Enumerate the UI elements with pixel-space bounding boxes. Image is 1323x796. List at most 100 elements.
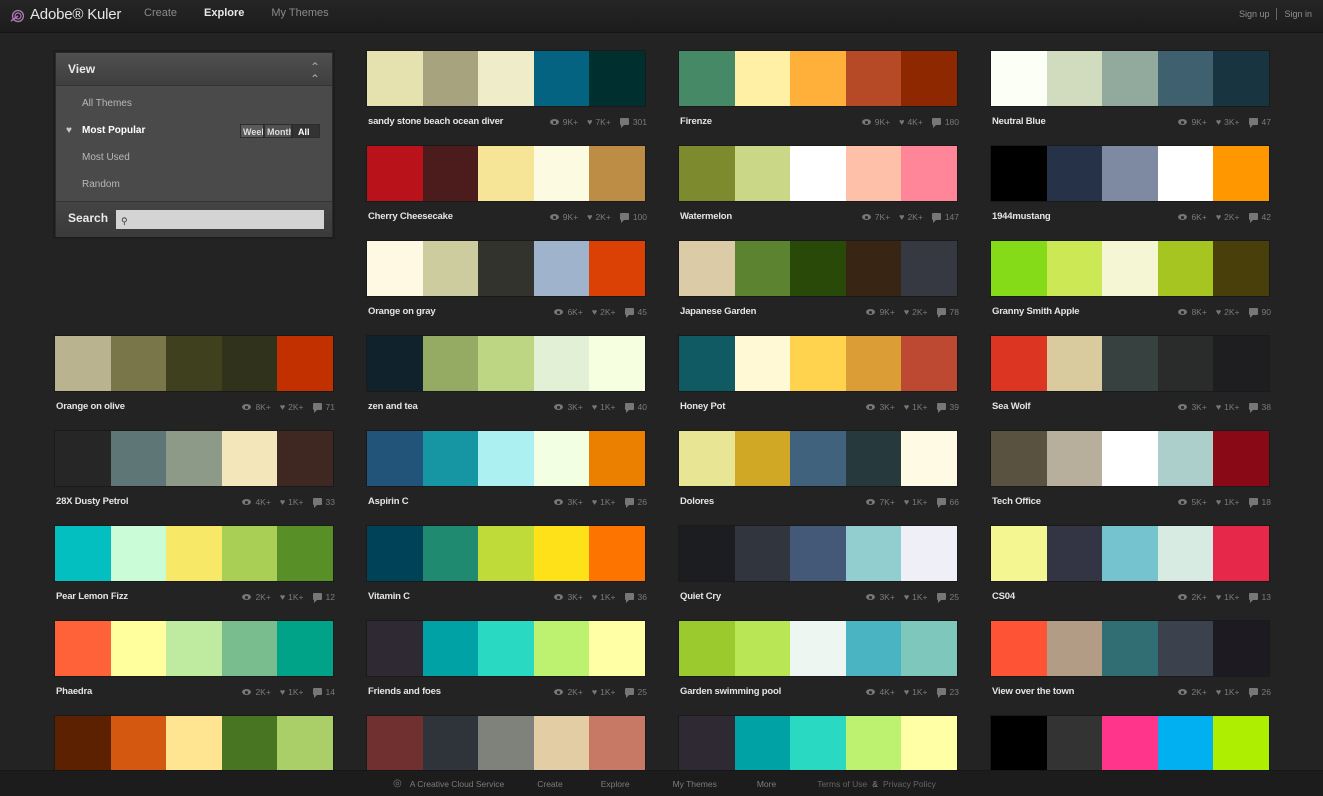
theme-name[interactable]: Sea Wolf	[992, 401, 1031, 412]
search-input[interactable]	[116, 210, 324, 229]
color-swatch[interactable]	[734, 431, 791, 486]
theme-swatches[interactable]	[991, 716, 1269, 771]
color-swatch[interactable]	[533, 716, 590, 771]
theme-name[interactable]: Garden swimming pool	[680, 686, 781, 697]
color-swatch[interactable]	[1213, 146, 1269, 201]
color-swatch[interactable]	[845, 51, 902, 106]
view-all-themes[interactable]: All Themes	[56, 90, 332, 117]
color-swatch[interactable]	[734, 241, 791, 296]
color-swatch[interactable]	[901, 336, 957, 391]
sign-in-link[interactable]: Sign in	[1284, 9, 1312, 19]
color-swatch[interactable]	[422, 621, 479, 676]
theme-swatches[interactable]	[367, 621, 645, 676]
color-swatch[interactable]	[1046, 51, 1103, 106]
privacy-link[interactable]: Privacy Policy	[883, 779, 936, 789]
color-swatch[interactable]	[1157, 526, 1214, 581]
color-swatch[interactable]	[367, 51, 423, 106]
color-swatch[interactable]	[1157, 336, 1214, 391]
theme-swatches[interactable]	[367, 51, 645, 106]
theme-card[interactable]: 28X Dusty Petrol 4K+ ♥ 1K+ 33	[55, 431, 335, 512]
color-swatch[interactable]	[901, 526, 957, 581]
theme-card[interactable]: sandy stone beach ocean diver 9K+ ♥ 7K+ …	[367, 51, 647, 132]
color-swatch[interactable]	[1213, 526, 1269, 581]
color-swatch[interactable]	[533, 526, 590, 581]
color-swatch[interactable]	[110, 336, 167, 391]
color-swatch[interactable]	[422, 241, 479, 296]
color-swatch[interactable]	[166, 716, 222, 771]
color-swatch[interactable]	[277, 621, 333, 676]
color-swatch[interactable]	[422, 336, 479, 391]
color-swatch[interactable]	[790, 241, 846, 296]
theme-swatches[interactable]	[991, 146, 1269, 201]
theme-card[interactable]: Neutral Blue 9K+ ♥ 3K+ 47	[991, 51, 1271, 132]
color-swatch[interactable]	[845, 621, 902, 676]
color-swatch[interactable]	[734, 716, 791, 771]
color-swatch[interactable]	[790, 716, 846, 771]
color-swatch[interactable]	[589, 526, 645, 581]
color-swatch[interactable]	[845, 336, 902, 391]
color-swatch[interactable]	[1046, 336, 1103, 391]
color-swatch[interactable]	[734, 526, 791, 581]
theme-swatches[interactable]	[679, 241, 957, 296]
logo[interactable]: Adobe® Kuler	[10, 5, 121, 23]
color-swatch[interactable]	[901, 51, 957, 106]
color-swatch[interactable]	[734, 336, 791, 391]
view-most-popular[interactable]: ♥ Most Popular Week Month All	[56, 117, 332, 144]
theme-card[interactable]: Quiet Cry 3K+ ♥ 1K+ 25	[679, 526, 959, 607]
theme-name[interactable]: sandy stone beach ocean diver	[368, 116, 503, 127]
nav-create[interactable]: Create	[144, 7, 177, 19]
color-swatch[interactable]	[277, 431, 333, 486]
theme-swatches[interactable]	[679, 621, 957, 676]
theme-swatches[interactable]	[55, 431, 333, 486]
color-swatch[interactable]	[991, 716, 1047, 771]
view-most-used[interactable]: Most Used	[56, 144, 332, 171]
color-swatch[interactable]	[589, 241, 645, 296]
color-swatch[interactable]	[589, 621, 645, 676]
color-swatch[interactable]	[1046, 241, 1103, 296]
footer-explore-link[interactable]: Explore	[601, 779, 630, 789]
color-swatch[interactable]	[734, 51, 791, 106]
theme-name[interactable]: Vitamin C	[368, 591, 410, 602]
theme-name[interactable]: 1944mustang	[992, 211, 1051, 222]
color-swatch[interactable]	[1046, 526, 1103, 581]
color-swatch[interactable]	[679, 241, 735, 296]
color-swatch[interactable]	[367, 526, 423, 581]
color-swatch[interactable]	[166, 621, 222, 676]
theme-name[interactable]: Japanese Garden	[680, 306, 756, 317]
color-swatch[interactable]	[991, 146, 1047, 201]
color-swatch[interactable]	[478, 431, 534, 486]
color-swatch[interactable]	[734, 621, 791, 676]
color-swatch[interactable]	[845, 241, 902, 296]
nav-my-themes[interactable]: My Themes	[271, 7, 328, 19]
theme-swatches[interactable]	[55, 621, 333, 676]
color-swatch[interactable]	[991, 336, 1047, 391]
color-swatch[interactable]	[1102, 526, 1158, 581]
theme-card[interactable]: Granny Smith Apple 8K+ ♥ 2K+ 90	[991, 241, 1271, 322]
theme-swatches[interactable]	[991, 241, 1269, 296]
theme-card[interactable]: Dolores 7K+ ♥ 1K+ 66	[679, 431, 959, 512]
color-swatch[interactable]	[589, 431, 645, 486]
color-swatch[interactable]	[478, 336, 534, 391]
footer-more-link[interactable]: More	[757, 779, 776, 789]
color-swatch[interactable]	[1046, 716, 1103, 771]
color-swatch[interactable]	[533, 241, 590, 296]
color-swatch[interactable]	[1157, 621, 1214, 676]
color-swatch[interactable]	[845, 716, 902, 771]
color-swatch[interactable]	[55, 526, 111, 581]
color-swatch[interactable]	[901, 621, 957, 676]
theme-card[interactable]: Pear Lemon Fizz 2K+ ♥ 1K+ 12	[55, 526, 335, 607]
color-swatch[interactable]	[1213, 51, 1269, 106]
color-swatch[interactable]	[1102, 51, 1158, 106]
theme-card[interactable]: Friends and foes 2K+ ♥ 1K+ 25	[367, 621, 647, 702]
theme-swatches[interactable]	[991, 621, 1269, 676]
color-swatch[interactable]	[221, 336, 278, 391]
color-swatch[interactable]	[1157, 51, 1214, 106]
color-swatch[interactable]	[55, 336, 111, 391]
sign-up-link[interactable]: Sign up	[1239, 9, 1270, 19]
theme-name[interactable]: zen and tea	[368, 401, 418, 412]
theme-card[interactable]	[991, 716, 1269, 771]
theme-swatches[interactable]	[55, 526, 333, 581]
color-swatch[interactable]	[277, 716, 333, 771]
theme-name[interactable]: Cherry Cheesecake	[368, 211, 453, 222]
theme-name[interactable]: Honey Pot	[680, 401, 725, 412]
